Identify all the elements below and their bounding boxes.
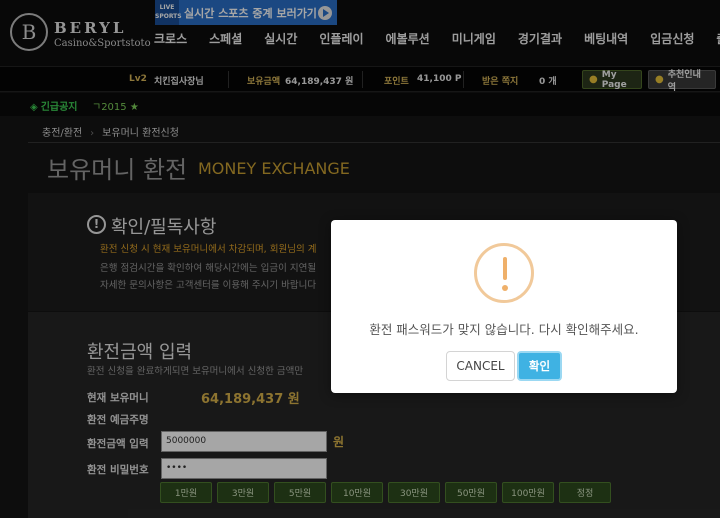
warning-icon-bar bbox=[503, 257, 507, 280]
confirm-button[interactable]: 확인 bbox=[517, 351, 562, 381]
warning-icon bbox=[474, 243, 534, 303]
cancel-button[interactable]: CANCEL bbox=[446, 351, 515, 381]
page-root: B BERYL Casino&Sportstoto LIVE SPORTS 실시… bbox=[0, 0, 720, 518]
dialog-message: 환전 패스워드가 맞지 않습니다. 다시 확인해주세요. bbox=[369, 322, 639, 337]
warning-icon-dot bbox=[502, 285, 508, 291]
alert-dialog: 환전 패스워드가 맞지 않습니다. 다시 확인해주세요. CANCEL 확인 bbox=[331, 220, 677, 393]
